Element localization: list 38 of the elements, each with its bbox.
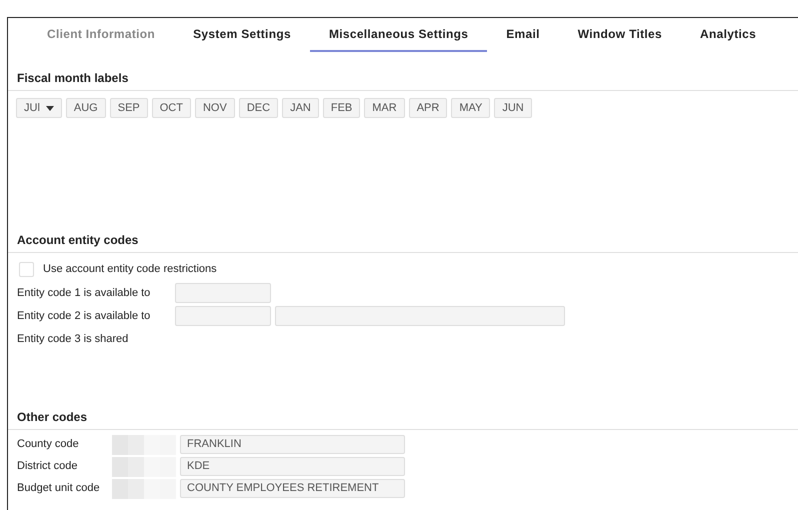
- month-field[interactable]: JAN: [282, 98, 319, 118]
- month-field[interactable]: OCT: [152, 98, 191, 118]
- tab[interactable]: Miscellaneous Settings: [310, 18, 488, 52]
- month-field[interactable]: SEP: [110, 98, 148, 118]
- input-field[interactable]: COUNTY EMPLOYEES RETIREMENT: [180, 479, 405, 498]
- month-dropdown[interactable]: JUl: [16, 98, 62, 118]
- month-field[interactable]: NOV: [194, 98, 235, 118]
- month-field[interactable]: MAR: [364, 98, 405, 118]
- redacted-field: [112, 434, 176, 454]
- input-field[interactable]: KDE: [180, 457, 405, 476]
- month-field[interactable]: AUG: [66, 98, 106, 118]
- caret-icon: [46, 106, 54, 110]
- field-label: County code: [17, 437, 80, 452]
- section-title: Account entity codes: [8, 231, 798, 253]
- tab[interactable]: System Settings: [174, 18, 310, 52]
- month-field[interactable]: JUN: [494, 98, 532, 118]
- field-label: Budget unit code: [17, 481, 101, 496]
- section-title: Fiscal month labels: [8, 69, 798, 91]
- tab[interactable]: Email: [487, 18, 559, 52]
- input-field[interactable]: FRANKLIN: [180, 435, 405, 454]
- input-field[interactable]: [275, 306, 565, 326]
- redacted-field: [112, 478, 176, 498]
- checkbox[interactable]: [19, 262, 34, 277]
- tab[interactable]: Window Titles: [558, 18, 682, 52]
- field-label: Entity code 3 is shared: [17, 332, 130, 347]
- field-label: Entity code 2 is available to: [17, 308, 152, 324]
- input-field[interactable]: [175, 306, 271, 326]
- tab[interactable]: Analytics: [681, 18, 776, 52]
- month-field[interactable]: DEC: [238, 98, 278, 118]
- checkbox-label: Use account entity code restrictions: [43, 262, 217, 277]
- input-field[interactable]: [175, 283, 271, 303]
- month-field[interactable]: FEB: [322, 98, 360, 118]
- redacted-field: [112, 456, 176, 476]
- section-title: Other codes: [8, 408, 798, 430]
- field-label: Entity code 1 is available to: [17, 286, 152, 301]
- month-field[interactable]: APR: [408, 98, 448, 118]
- field-label: District code: [17, 459, 79, 474]
- month-field[interactable]: MAY: [451, 98, 490, 118]
